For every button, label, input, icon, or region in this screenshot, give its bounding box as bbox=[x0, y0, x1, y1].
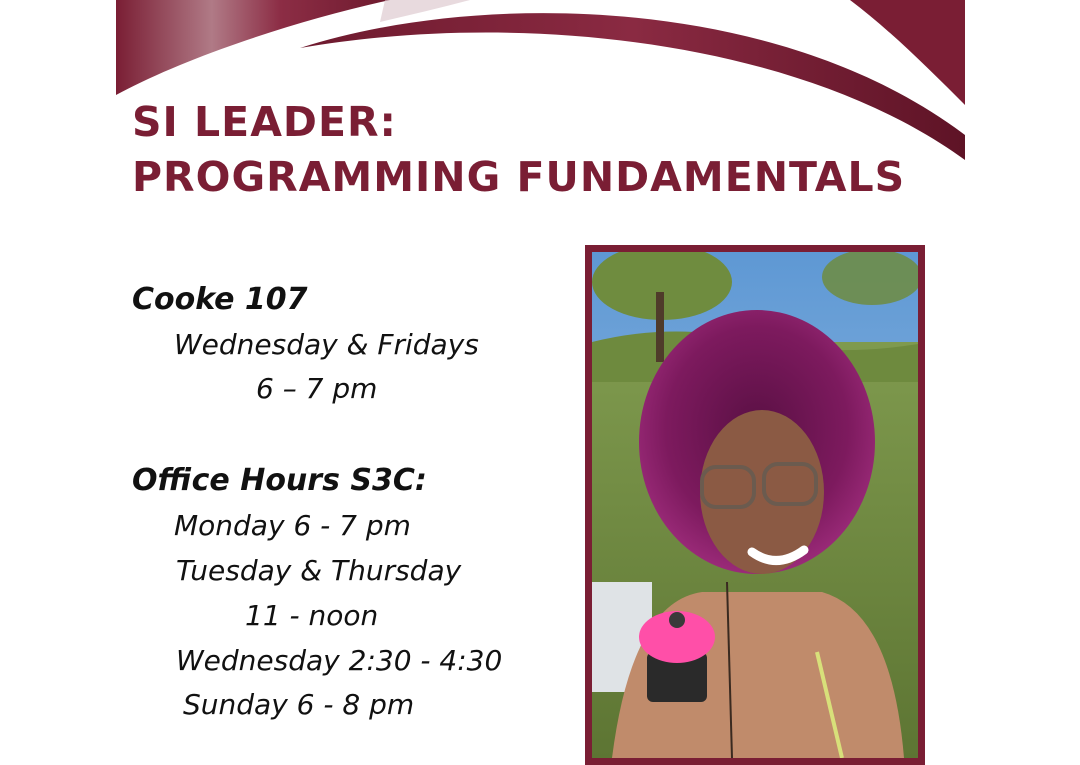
office-hours-tue-thu: Tuesday & Thursday bbox=[176, 554, 462, 587]
office-hours-wednesday: Wednesday 2:30 - 4:30 bbox=[176, 644, 503, 677]
title-line-1: SI LEADER: bbox=[132, 98, 397, 146]
photo-frame bbox=[585, 245, 925, 765]
office-hours-monday: Monday 6 - 7 pm bbox=[174, 509, 411, 542]
location-heading: Cooke 107 bbox=[132, 282, 308, 317]
office-hours-sunday: Sunday 6 - 8 pm bbox=[183, 688, 415, 721]
location-days: Wednesday & Fridays bbox=[174, 328, 479, 361]
portrait-photo-icon bbox=[592, 252, 918, 758]
office-hours-heading: Office Hours S3C: bbox=[132, 463, 427, 498]
location-time: 6 – 7 pm bbox=[256, 372, 378, 405]
title-line-2: PROGRAMMING FUNDAMENTALS bbox=[132, 153, 906, 201]
office-hours-tue-thu-time: 11 - noon bbox=[245, 599, 379, 632]
